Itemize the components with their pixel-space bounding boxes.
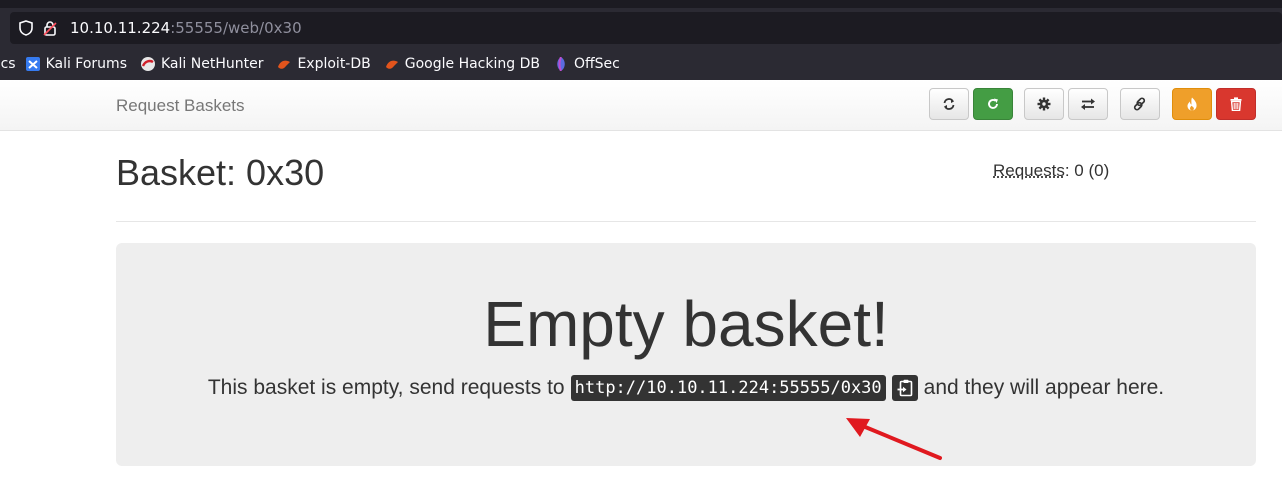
bookmark-kali-nethunter[interactable]: Kali NetHunter [141, 56, 263, 72]
trash-icon [1230, 97, 1242, 111]
auto-refresh-button[interactable] [973, 88, 1013, 120]
bookmark-docs[interactable]: ocs [0, 56, 16, 72]
divider [116, 221, 1256, 222]
shield-icon[interactable] [18, 20, 34, 36]
requests-value: : 0 (0) [1064, 161, 1110, 180]
url-path: :55555/web/0x30 [170, 19, 302, 37]
google-hacking-db-icon [385, 57, 399, 71]
message-text-before: This basket is empty, send requests to [207, 376, 565, 399]
address-bar[interactable]: 10.10.11.224:55555/web/0x30 [10, 12, 1282, 44]
settings-button[interactable] [1024, 88, 1064, 120]
empty-basket-message: This basket is empty, send requests to h… [116, 375, 1256, 401]
annotation-arrow [846, 418, 942, 460]
bookmark-label: Kali NetHunter [161, 56, 264, 72]
browser-tab-strip [0, 0, 1282, 8]
insecure-lock-icon[interactable] [42, 20, 58, 36]
auto-refresh-icon [988, 98, 998, 109]
requests-count: Requests: 0 (0) [993, 161, 1109, 181]
message-text-after: and they will appear here. [923, 376, 1165, 399]
gear-icon [1037, 97, 1051, 111]
delete-basket-button[interactable] [1216, 88, 1256, 120]
offsec-icon [554, 56, 568, 72]
brand-link[interactable]: Request Baskets [116, 96, 245, 116]
bookmark-label: OffSec [573, 56, 620, 72]
requests-label: Requests [993, 161, 1065, 180]
exploit-db-icon [277, 57, 291, 71]
url-host: 10.10.11.224 [70, 19, 171, 37]
refresh-button[interactable] [929, 88, 969, 120]
refresh-icon [943, 98, 955, 110]
bookmark-label: ocs [0, 56, 16, 72]
empty-basket-panel: Empty basket! This basket is empty, send… [116, 243, 1256, 466]
bookmark-label: Google Hacking DB [404, 56, 540, 72]
kali-forums-icon [25, 57, 40, 71]
bookmark-offsec[interactable]: OffSec [554, 56, 620, 72]
fire-icon [1187, 97, 1197, 111]
bookmark-google-hacking-db[interactable]: Google Hacking DB [385, 56, 540, 72]
link-icon [1133, 97, 1146, 111]
bookmarks-bar: ocs Kali Forums Kali NetHunter Exploit-D… [0, 48, 1282, 80]
forward-settings-button[interactable] [1068, 88, 1108, 120]
url-text[interactable]: 10.10.11.224:55555/web/0x30 [70, 19, 302, 37]
empty-basket-heading: Empty basket! [483, 288, 889, 360]
navbar: Request Baskets [0, 80, 1282, 131]
bookmark-kali-forums[interactable]: Kali Forums [25, 56, 127, 72]
bookmark-label: Exploit-DB [297, 56, 371, 72]
bookmark-label: Kali Forums [45, 56, 127, 72]
share-link-button[interactable] [1120, 88, 1160, 120]
copy-url-button[interactable] [891, 375, 918, 401]
browser-toolbar: 10.10.11.224:55555/web/0x30 [0, 8, 1282, 48]
clear-basket-button[interactable] [1172, 88, 1212, 120]
basket-url[interactable]: http://10.10.11.224:55555/0x30 [570, 375, 886, 401]
clipboard-icon [897, 379, 912, 397]
exchange-icon [1081, 98, 1095, 110]
bookmark-exploit-db[interactable]: Exploit-DB [277, 56, 371, 72]
kali-nethunter-icon [141, 57, 155, 71]
page-title: Basket: 0x30 [116, 152, 325, 193]
